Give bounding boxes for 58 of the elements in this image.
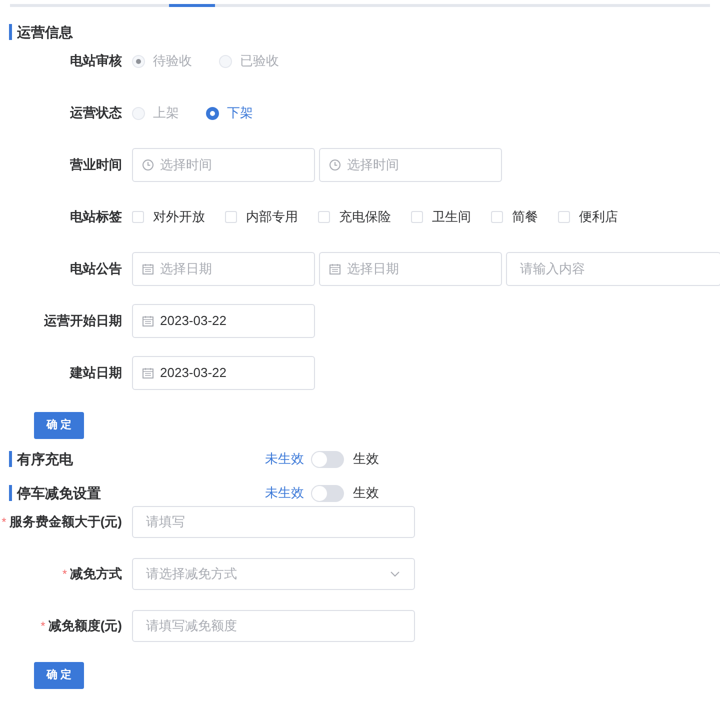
input-field[interactable]: 选择时间 xyxy=(319,148,502,182)
input-field[interactable]: 请输入内容 xyxy=(506,252,720,286)
field-label: 营业时间 xyxy=(70,156,122,174)
checkbox-option[interactable]: 对外开放 xyxy=(132,207,205,227)
placeholder: 选择时间 xyxy=(160,156,213,174)
switch-off-label: 未生效 xyxy=(265,450,304,468)
field-label: 运营状态 xyxy=(70,104,122,122)
clock-icon xyxy=(142,159,154,171)
field-value: 2023-03-22 xyxy=(160,312,226,330)
section-title: 运营信息 xyxy=(17,22,73,42)
input-field[interactable]: 请填写 xyxy=(132,506,415,538)
placeholder: 选择日期 xyxy=(347,260,400,278)
toggle-switch[interactable] xyxy=(311,450,344,468)
input-field[interactable]: 选择日期 xyxy=(132,252,315,286)
input-field[interactable]: 2023-03-22 xyxy=(132,356,315,390)
field-label: 电站标签 xyxy=(70,208,122,226)
switch-on-label: 生效 xyxy=(353,450,379,468)
switch-off-label: 未生效 xyxy=(265,484,304,502)
required-mark: * xyxy=(2,514,6,531)
required-mark: * xyxy=(62,566,67,583)
calendar-icon xyxy=(142,367,154,379)
field-label: 服务费金额大于(元) xyxy=(9,513,122,532)
placeholder: 请填写减免额度 xyxy=(146,617,238,636)
field-value: 2023-03-22 xyxy=(160,364,226,382)
confirm-button[interactable]: 确 定 xyxy=(34,412,84,439)
field-label: 运营开始日期 xyxy=(44,312,122,330)
field-label: 电站公告 xyxy=(70,260,122,278)
checkbox-option[interactable]: 卫生间 xyxy=(411,207,471,227)
placeholder: 请填写 xyxy=(146,513,186,532)
calendar-icon xyxy=(142,315,154,327)
input-field[interactable]: 请填写减免额度 xyxy=(132,610,415,642)
calendar-icon xyxy=(329,263,341,275)
checkbox-option[interactable]: 简餐 xyxy=(491,207,538,227)
checkbox-option[interactable]: 便利店 xyxy=(558,207,618,227)
field-label: 减免额度(元) xyxy=(48,617,122,636)
placeholder: 选择日期 xyxy=(160,260,213,278)
select-field[interactable]: 请选择减免方式 xyxy=(132,558,415,590)
section-title: 有序充电 xyxy=(17,450,73,468)
checkbox-option[interactable]: 内部专用 xyxy=(225,207,298,227)
toggle-switch[interactable] xyxy=(311,484,344,502)
switch-on-label: 生效 xyxy=(353,484,379,502)
input-field[interactable]: 选择日期 xyxy=(319,252,502,286)
radio-option[interactable]: 下架 xyxy=(206,103,253,123)
section-title: 停车减免设置 xyxy=(17,484,101,502)
field-label: 减免方式 xyxy=(70,565,122,584)
placeholder: 请输入内容 xyxy=(520,260,586,278)
placeholder: 选择时间 xyxy=(347,156,400,174)
input-field[interactable]: 选择时间 xyxy=(132,148,315,182)
required-mark: * xyxy=(40,618,46,635)
tab-indicator xyxy=(169,4,215,7)
clock-icon xyxy=(329,159,341,171)
field-label: 电站审核 xyxy=(70,52,122,70)
calendar-icon xyxy=(142,263,154,275)
placeholder: 请选择减免方式 xyxy=(146,565,238,584)
checkbox-option[interactable]: 充电保险 xyxy=(318,207,391,227)
field-label: 建站日期 xyxy=(70,364,122,382)
input-field[interactable]: 2023-03-22 xyxy=(132,304,315,338)
confirm-button[interactable]: 确 定 xyxy=(34,662,84,689)
